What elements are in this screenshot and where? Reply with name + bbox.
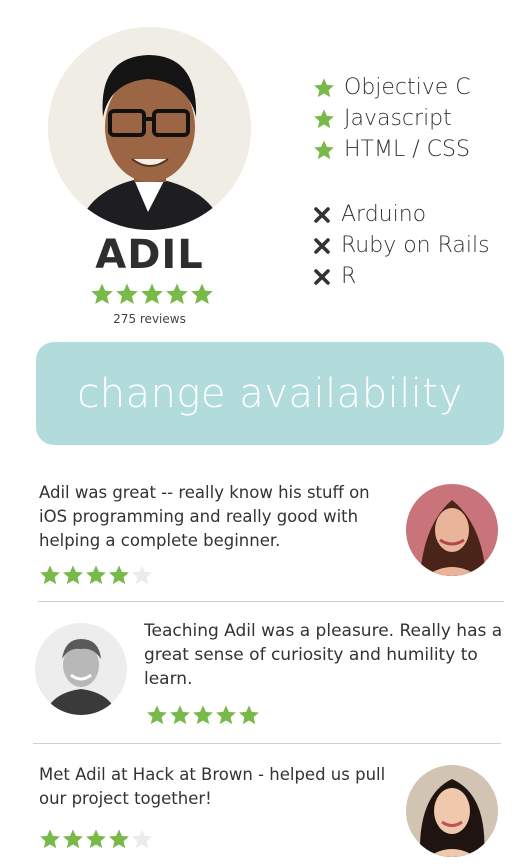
star-filled-icon — [63, 829, 83, 849]
reviewer-avatar[interactable] — [406, 765, 498, 857]
star-filled-icon — [170, 705, 190, 725]
review-rating-stars — [39, 564, 153, 586]
review-text: Met Adil at Hack at Brown - helped us pu… — [39, 765, 386, 808]
known-skill-item: Objective C — [312, 72, 471, 103]
star-filled-icon — [193, 705, 213, 725]
star-filled-icon — [216, 705, 236, 725]
wanted-skill-label: R — [341, 264, 357, 289]
star-filled-icon — [166, 283, 188, 304]
known-skill-label: Javascript — [344, 106, 452, 131]
profile-rating-stars — [90, 282, 214, 306]
star-icon — [312, 107, 336, 131]
reviewer-photo-illustration — [406, 484, 498, 576]
star-filled-icon — [63, 565, 83, 585]
star-filled-icon — [141, 283, 163, 304]
star-filled-icon — [191, 283, 213, 304]
review-text: Teaching Adil was a pleasure. Really has… — [144, 621, 503, 689]
star-filled-icon — [86, 565, 106, 585]
star-empty-icon — [132, 829, 152, 849]
review-text: Adil was great -- really know his stuff … — [39, 483, 370, 550]
profile-photo-illustration — [48, 27, 251, 230]
review-divider — [33, 743, 501, 744]
wanted-skills-list: Arduino Ruby on Rails R — [312, 199, 490, 292]
star-filled-icon — [109, 565, 129, 585]
review-rating-stars — [146, 704, 260, 726]
known-skill-item: Javascript — [312, 103, 471, 134]
x-mark-icon — [312, 265, 332, 289]
review-rating-stars — [39, 828, 153, 850]
reviews-count: 275 reviews — [113, 312, 186, 326]
wanted-skill-label: Ruby on Rails — [341, 233, 490, 258]
wanted-skill-item: Arduino — [312, 199, 490, 230]
reviewer-photo-illustration — [35, 623, 127, 715]
star-icon — [312, 76, 336, 100]
star-filled-icon — [91, 283, 113, 304]
known-skills-list: Objective C Javascript HTML / CSS — [312, 72, 471, 165]
star-filled-icon — [40, 565, 60, 585]
review-divider — [38, 601, 504, 602]
star-icon — [312, 138, 336, 162]
wanted-skill-label: Arduino — [341, 202, 427, 227]
reviewer-avatar[interactable] — [406, 484, 498, 576]
profile-avatar — [48, 27, 251, 230]
star-filled-icon — [239, 705, 259, 725]
change-availability-label: change availability — [77, 370, 463, 417]
profile-name: ADIL — [95, 232, 204, 278]
reviewer-photo-illustration — [406, 765, 498, 857]
star-filled-icon — [116, 283, 138, 304]
star-filled-icon — [40, 829, 60, 849]
star-filled-icon — [109, 829, 129, 849]
change-availability-button[interactable]: change availability — [36, 342, 504, 445]
x-mark-icon — [312, 203, 332, 227]
reviewer-avatar[interactable] — [35, 623, 127, 715]
known-skill-item: HTML / CSS — [312, 134, 471, 165]
known-skill-label: HTML / CSS — [344, 137, 470, 162]
x-mark-icon — [312, 234, 332, 258]
star-filled-icon — [86, 829, 106, 849]
star-empty-icon — [132, 565, 152, 585]
known-skill-label: Objective C — [344, 75, 471, 100]
wanted-skill-item: Ruby on Rails — [312, 230, 490, 261]
wanted-skill-item: R — [312, 261, 490, 292]
star-filled-icon — [147, 705, 167, 725]
